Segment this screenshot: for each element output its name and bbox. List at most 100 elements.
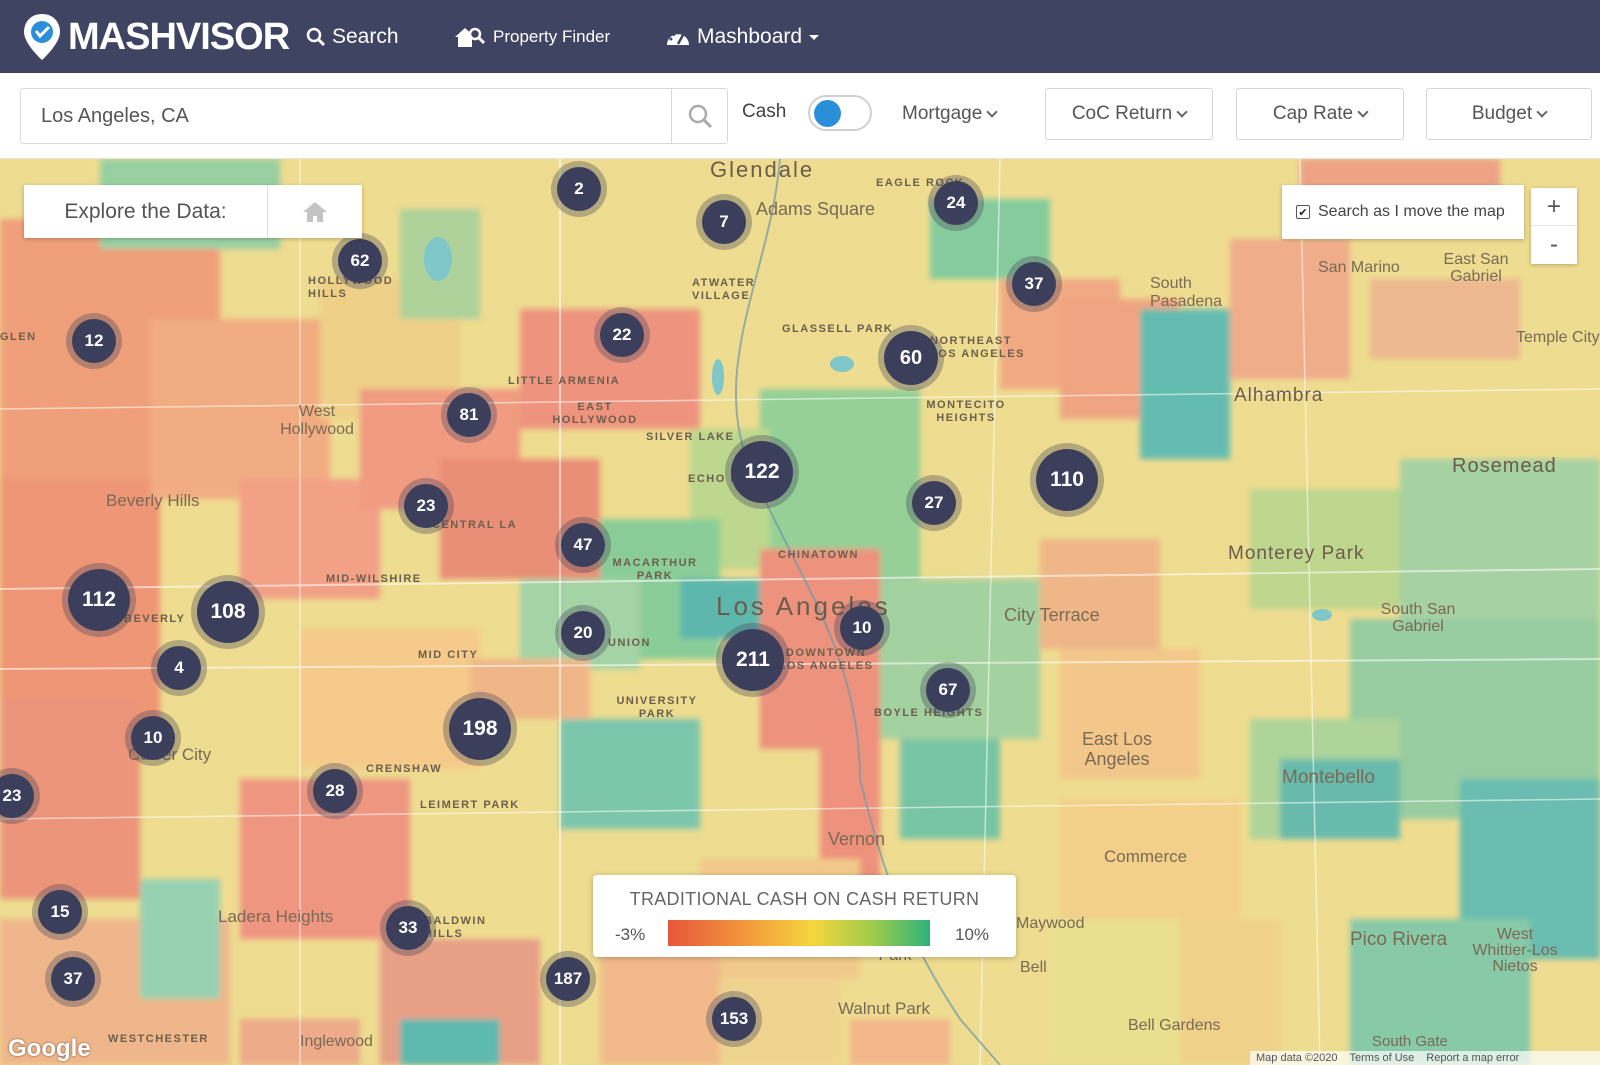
- cap-rate-dropdown[interactable]: Cap Rate: [1236, 88, 1404, 140]
- property-cluster-marker[interactable]: 33: [386, 906, 430, 950]
- place-label: MID-WILSHIRE: [326, 573, 422, 585]
- place-label: EAST HOLLYWOOD: [552, 401, 638, 426]
- place-label: UNIVERSITY PARK: [616, 695, 698, 720]
- property-cluster-marker[interactable]: 10: [840, 606, 884, 650]
- property-cluster-marker[interactable]: 37: [1012, 262, 1056, 306]
- terms-link[interactable]: Terms of Use: [1350, 1052, 1415, 1064]
- zoom-in-button[interactable]: +: [1531, 188, 1577, 226]
- place-label: Vernon: [828, 829, 886, 849]
- place-label: Beverly Hills: [106, 491, 200, 510]
- location-search-button[interactable]: [671, 89, 727, 143]
- property-cluster-marker[interactable]: 4: [157, 646, 201, 690]
- cash-mortgage-toggle[interactable]: [808, 95, 872, 131]
- place-label: South Gate: [1372, 1033, 1448, 1050]
- place-label: Glendale: [710, 159, 815, 182]
- chevron-down-icon: [1357, 105, 1369, 118]
- coc-return-label: CoC Return: [1071, 103, 1173, 124]
- property-cluster-marker[interactable]: 7: [702, 200, 746, 244]
- property-cluster-marker[interactable]: 2: [557, 167, 601, 211]
- property-cluster-marker[interactable]: 81: [447, 393, 491, 437]
- property-cluster-marker[interactable]: 112: [68, 569, 130, 631]
- place-label: Pico Rivera: [1350, 929, 1448, 950]
- place-label: Inglewood: [300, 1033, 373, 1050]
- property-cluster-marker[interactable]: 10: [131, 716, 175, 760]
- property-cluster-marker[interactable]: 47: [561, 523, 605, 567]
- top-navbar: MASHVISOR Search Property Finder Mashboa…: [0, 0, 1600, 73]
- property-cluster-marker[interactable]: 108: [197, 581, 259, 643]
- zoom-control: + -: [1531, 188, 1577, 264]
- place-label: San Marino: [1318, 259, 1400, 276]
- property-cluster-marker[interactable]: 122: [731, 441, 793, 503]
- caret-down-icon: [809, 34, 820, 40]
- location-search-input[interactable]: [41, 89, 681, 143]
- property-cluster-marker[interactable]: 211: [722, 629, 784, 691]
- place-label: MONTECITO HEIGHTS: [926, 399, 1006, 424]
- place-label: Commerce: [1104, 847, 1188, 866]
- place-label: CHINATOWN: [778, 549, 859, 561]
- place-label: LITTLE ARMENIA: [508, 375, 621, 387]
- place-label: Temple City: [1516, 329, 1600, 346]
- report-map-error-link[interactable]: Report a map error: [1426, 1052, 1519, 1064]
- search-as-move-checkbox[interactable]: ✔ Search as I move the map: [1282, 185, 1524, 239]
- property-cluster-marker[interactable]: 27: [912, 481, 956, 525]
- place-label: GLEN: [0, 331, 37, 343]
- home-button[interactable]: [268, 185, 362, 238]
- place-label: Rosemead: [1452, 455, 1557, 477]
- place-label: East San Gabriel: [1443, 251, 1509, 285]
- property-cluster-marker[interactable]: 60: [884, 331, 938, 385]
- place-label: BALDWIN HILLS: [424, 915, 487, 940]
- place-label: Bell: [1020, 959, 1047, 976]
- search-as-move-label: Search as I move the map: [1318, 203, 1505, 220]
- cash-toggle-label: Cash: [742, 101, 787, 122]
- property-cluster-marker[interactable]: 198: [449, 698, 511, 760]
- property-cluster-marker[interactable]: 23: [404, 484, 448, 528]
- search-icon: [306, 27, 326, 47]
- mortgage-label: Mortgage: [902, 103, 983, 124]
- place-label: Alhambra: [1234, 385, 1324, 406]
- legend-max-value: 10%: [955, 925, 990, 944]
- place-label: Bell Gardens: [1128, 1017, 1221, 1034]
- chevron-down-icon: [1536, 105, 1548, 118]
- property-cluster-marker[interactable]: 187: [546, 957, 590, 1001]
- property-cluster-marker[interactable]: 62: [338, 239, 382, 283]
- place-label: UNION: [608, 637, 651, 649]
- nav-mashboard-dropdown[interactable]: Mashboard: [665, 22, 820, 52]
- place-label: Montebello: [1282, 767, 1375, 788]
- map-pin-logo-icon: [24, 14, 60, 60]
- place-label: GLASSELL PARK: [782, 323, 894, 335]
- place-label: NORTHEAST LOS ANGELES: [930, 335, 1025, 360]
- property-cluster-marker[interactable]: 20: [561, 611, 605, 655]
- property-cluster-marker[interactable]: 110: [1036, 449, 1098, 511]
- property-cluster-marker[interactable]: 15: [38, 890, 82, 934]
- nav-search-label: Search: [332, 25, 399, 48]
- nav-property-finder-link[interactable]: Property Finder: [453, 22, 610, 52]
- place-label: Maywood: [1016, 915, 1085, 932]
- legend-min-value: -3%: [615, 925, 646, 944]
- property-cluster-marker[interactable]: 24: [934, 181, 978, 225]
- property-cluster-marker[interactable]: 67: [926, 668, 970, 712]
- checkbox-checked-icon: ✔: [1296, 205, 1310, 219]
- explore-data-label: Explore the Data:: [24, 185, 268, 238]
- property-cluster-marker[interactable]: 153: [712, 997, 756, 1041]
- nav-property-finder-label: Property Finder: [493, 27, 611, 46]
- legend-title: TRADITIONAL CASH ON CASH RETURN: [629, 889, 980, 909]
- place-label: WESTCHESTER: [108, 1033, 209, 1045]
- coc-return-dropdown[interactable]: CoC Return: [1045, 88, 1213, 140]
- property-cluster-marker[interactable]: 12: [72, 319, 116, 363]
- mashvisor-logo[interactable]: MASHVISOR: [22, 12, 290, 62]
- zoom-out-button[interactable]: -: [1531, 226, 1577, 264]
- nav-search-link[interactable]: Search: [306, 22, 399, 52]
- place-label: MID CITY: [418, 649, 479, 661]
- property-cluster-marker[interactable]: 28: [313, 769, 357, 813]
- mortgage-dropdown[interactable]: Mortgage: [902, 103, 998, 125]
- search-icon: [688, 104, 712, 129]
- place-label: West Hollywood: [280, 403, 354, 438]
- house-search-icon: [455, 27, 486, 47]
- heatmap-legend: TRADITIONAL CASH ON CASH RETURN -3% 10%: [593, 875, 1016, 957]
- property-cluster-marker[interactable]: 22: [600, 313, 644, 357]
- budget-dropdown[interactable]: Budget: [1426, 88, 1592, 140]
- place-label: Walnut Park: [838, 999, 930, 1018]
- place-label: BEVERLY: [124, 613, 186, 625]
- chevron-down-icon: [986, 105, 998, 118]
- property-cluster-marker[interactable]: 37: [51, 957, 95, 1001]
